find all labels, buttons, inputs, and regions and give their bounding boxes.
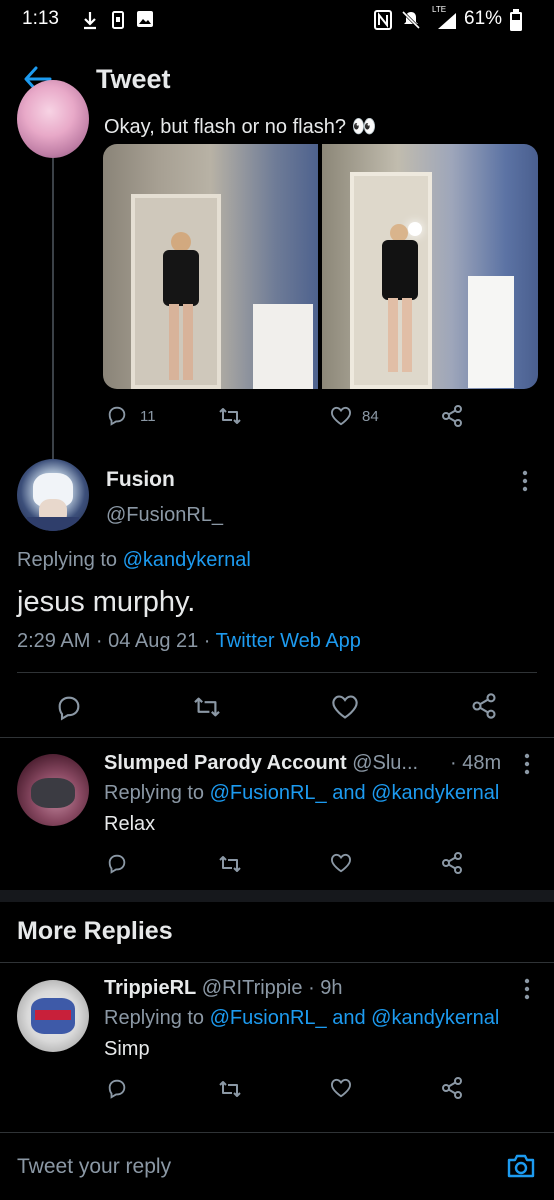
status-time: 1:13 bbox=[22, 8, 59, 29]
replying-to-label: Replying to bbox=[104, 782, 210, 804]
reply-avatar[interactable] bbox=[17, 980, 89, 1052]
reply-handle[interactable]: @RITrippie bbox=[202, 977, 303, 999]
reply-share-icon[interactable] bbox=[440, 851, 464, 875]
replying-to-link[interactable]: @kandykernal bbox=[123, 549, 251, 571]
replying-to-label: Replying to bbox=[17, 549, 123, 571]
section-divider bbox=[0, 890, 554, 902]
main-like-icon[interactable] bbox=[331, 694, 359, 720]
reply-input[interactable] bbox=[17, 1149, 477, 1185]
reply-header: TrippieRL @RITrippie · 9h bbox=[104, 977, 343, 1000]
tweet-source[interactable]: Twitter Web App bbox=[216, 630, 361, 652]
reply-replying-to: Replying to @FusionRL_ and @kandykernal bbox=[104, 782, 499, 805]
photo-no-flash[interactable] bbox=[103, 144, 318, 389]
nfc-icon bbox=[374, 10, 392, 30]
reply-handle[interactable]: @Slu... bbox=[352, 752, 418, 774]
parent-tweet-text: Okay, but flash or no flash? 👀 bbox=[104, 116, 377, 138]
replying-to-link[interactable]: @FusionRL_ bbox=[210, 782, 327, 804]
reply-tweet[interactable]: TrippieRL @RITrippie · 9h Replying to @F… bbox=[0, 963, 554, 1115]
reply-time: · 9h bbox=[308, 977, 343, 999]
main-retweet-icon[interactable] bbox=[192, 695, 222, 719]
like-count: 84 bbox=[362, 408, 379, 425]
author-handle[interactable]: @FusionRL_ bbox=[106, 504, 223, 527]
main-share-icon[interactable] bbox=[470, 692, 498, 720]
tweet-timestamp: 2:29 AM · 04 Aug 21 · bbox=[17, 630, 216, 652]
reply-time: · 48m bbox=[450, 752, 502, 774]
reply-composer bbox=[0, 1133, 554, 1200]
reply-like-icon[interactable] bbox=[330, 853, 352, 873]
replying-to-line: Replying to @kandykernal bbox=[17, 549, 251, 572]
author-display-name[interactable]: Fusion bbox=[106, 468, 175, 492]
thread-line bbox=[52, 158, 54, 502]
main-reply-icon[interactable] bbox=[55, 693, 83, 721]
reply-text: Relax bbox=[104, 813, 156, 835]
reply-more-icon[interactable] bbox=[524, 978, 530, 1000]
battery-percent: 61% bbox=[464, 8, 503, 29]
reply-avatar[interactable] bbox=[17, 754, 89, 826]
download-icon bbox=[82, 10, 98, 30]
reply-tweet[interactable]: Slumped Parody Account @Slu... · 48m Rep… bbox=[0, 738, 554, 888]
reply-retweet-icon[interactable] bbox=[218, 1079, 242, 1099]
reply-text: Simp bbox=[104, 1038, 150, 1060]
replying-to-link[interactable]: @kandykernal bbox=[371, 1007, 499, 1029]
reply-share-icon[interactable] bbox=[440, 1076, 464, 1100]
reply-retweet-icon[interactable] bbox=[218, 854, 242, 874]
reply-display-name[interactable]: Slumped Parody Account bbox=[104, 752, 347, 774]
tweet-metadata: 2:29 AM · 04 Aug 21 · Twitter Web App bbox=[17, 630, 361, 653]
parent-tweet[interactable]: Okay, but flash or no flash? 👀 11 84 bbox=[0, 80, 554, 502]
more-replies-heading: More Replies bbox=[17, 917, 173, 945]
signal-icon bbox=[436, 12, 458, 30]
reply-more-icon[interactable] bbox=[524, 753, 530, 775]
photo-flash[interactable] bbox=[322, 144, 538, 389]
reply-display-name[interactable]: TrippieRL bbox=[104, 977, 196, 999]
replying-to-label: Replying to bbox=[104, 1007, 210, 1029]
replying-to-link[interactable]: @FusionRL_ bbox=[210, 1007, 327, 1029]
reply-like-icon[interactable] bbox=[330, 1078, 352, 1098]
main-tweet-text: jesus murphy. bbox=[17, 586, 196, 618]
parent-avatar[interactable] bbox=[17, 80, 89, 158]
divider bbox=[17, 672, 537, 673]
battery-icon bbox=[510, 9, 522, 31]
notification-icon bbox=[111, 10, 125, 30]
status-bar: 1:13 LTE 61% bbox=[0, 0, 554, 40]
reply-replying-to: Replying to @FusionRL_ and @kandykernal bbox=[104, 1007, 499, 1030]
replying-to-and: and bbox=[326, 1007, 372, 1029]
replying-to-and: and bbox=[326, 782, 372, 804]
author-avatar[interactable] bbox=[17, 459, 89, 531]
reply-reply-icon[interactable] bbox=[106, 1077, 128, 1099]
main-tweet: Fusion @FusionRL_ Replying to @kandykern… bbox=[0, 452, 554, 737]
reply-reply-icon[interactable] bbox=[106, 852, 128, 874]
reply-icon[interactable] bbox=[106, 404, 128, 426]
share-icon[interactable] bbox=[440, 404, 464, 428]
reply-count: 11 bbox=[140, 408, 156, 425]
like-icon[interactable] bbox=[330, 406, 352, 426]
image-icon bbox=[136, 10, 154, 28]
retweet-icon[interactable] bbox=[218, 406, 242, 426]
camera-icon[interactable] bbox=[506, 1153, 536, 1179]
replying-to-link[interactable]: @kandykernal bbox=[371, 782, 499, 804]
page-title: Tweet bbox=[96, 64, 171, 94]
mute-icon bbox=[401, 10, 421, 30]
more-options-icon[interactable] bbox=[522, 470, 528, 492]
